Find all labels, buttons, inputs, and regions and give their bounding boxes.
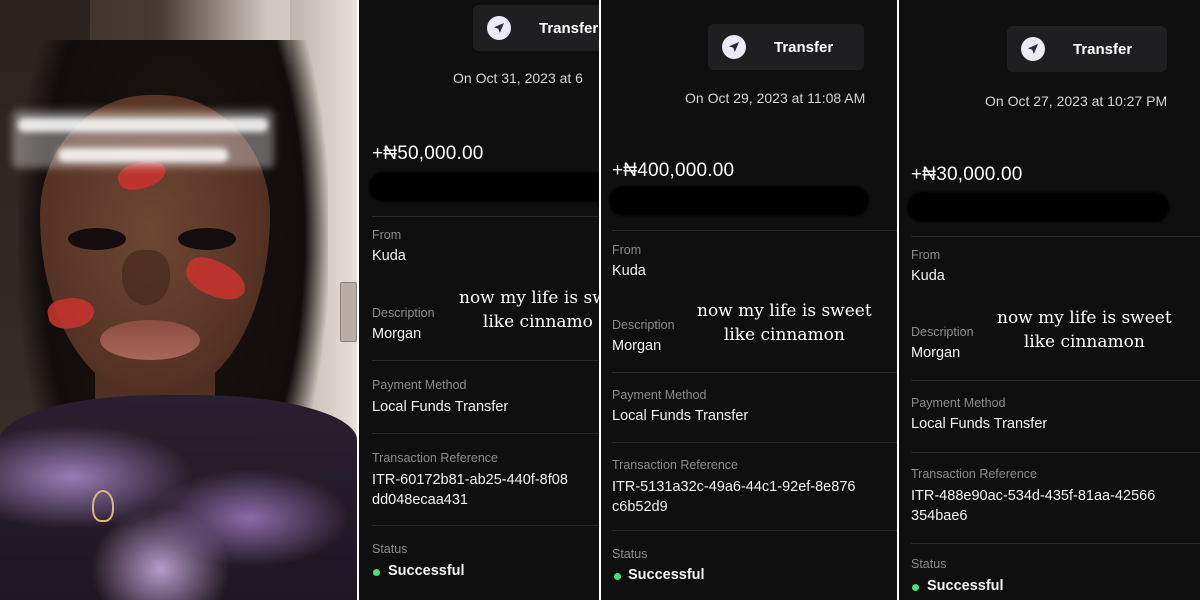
transfer-receipt-panel: Transfer On Oct 29, 2023 at 11:08 AM +₦4… [601,0,897,600]
from-value: Kuda [612,263,646,279]
caption-line: like cinnamon [723,325,845,345]
caption-line: now my life is sweet [997,308,1172,328]
redacted-name [907,192,1169,222]
send-arrow-icon [487,16,511,40]
redacted-name [369,172,599,202]
necklace [92,490,114,522]
from-value: Kuda [911,268,945,284]
divider [372,433,599,434]
caption-overlay: now my life is sweet like cinnamon [697,299,872,347]
description-label: Description [372,306,435,320]
status-label: Status [612,547,648,561]
transaction-reference-label: Transaction Reference [911,467,1037,481]
transfer-receipt-panel: Transfer On Oct 27, 2023 at 10:27 PM +₦3… [899,0,1200,600]
transaction-reference-line: 354bae6 [911,508,968,524]
payment-method-value: Local Funds Transfer [911,416,1048,432]
description-value: Morgan [612,338,662,354]
transaction-date: On Oct 27, 2023 at 10:27 PM [985,93,1168,109]
transaction-amount: +₦30,000.00 [911,164,1023,185]
transaction-amount: +₦50,000.00 [372,143,484,164]
divider [612,372,897,373]
status-value: Successful [388,563,465,579]
description-value: Morgan [911,345,961,361]
blurred-caption-line [58,148,228,162]
divider [612,530,897,531]
transfer-title: Transfer [539,19,599,37]
payment-method-label: Payment Method [911,396,1006,410]
caption-line: now my life is swe [459,288,599,308]
transaction-amount: +₦400,000.00 [612,160,735,181]
from-label: From [612,243,642,257]
payment-method-label: Payment Method [372,378,467,392]
status-value: Successful [927,578,1004,594]
transfer-title: Transfer [1073,40,1133,58]
from-value: Kuda [372,248,406,264]
nose [122,250,170,305]
caption-line: like cinnamon [1023,332,1145,352]
divider [372,360,599,361]
payment-method-value: Local Funds Transfer [612,408,749,424]
send-arrow-icon [722,35,746,59]
transfer-title: Transfer [774,38,834,56]
send-arrow-icon [1021,37,1045,61]
description-label: Description [612,318,675,332]
right-eye [178,228,236,250]
transaction-reference-line: c6b52d9 [612,499,668,515]
transaction-reference-line: ITR-5131a32c-49a6-44c1-92ef-8e876 [612,479,856,495]
transaction-reference-line: dd048ecaa431 [372,492,468,508]
status-label: Status [372,542,408,556]
divider [911,543,1200,544]
caption-line: like cinnamo [482,312,593,332]
status-dot [912,584,919,591]
divider [911,380,1200,381]
divider [372,216,599,217]
light-switch [340,282,357,342]
status-label: Status [911,557,947,571]
from-label: From [372,228,402,242]
payment-method-label: Payment Method [612,388,707,402]
divider [372,525,599,526]
status-dot [373,569,380,576]
transfer-header[interactable]: Transfer [708,24,864,70]
transfer-header[interactable]: Transfer [473,5,599,51]
divider [612,442,897,443]
transfer-header[interactable]: Transfer [1007,26,1167,72]
divider [612,230,897,231]
transaction-reference-label: Transaction Reference [612,458,738,472]
status-value: Successful [628,567,705,583]
left-eye [68,228,126,250]
blurred-caption-line [18,118,268,132]
caption-overlay: now my life is swe like cinnamo [459,286,599,334]
divider [911,236,1200,237]
description-value: Morgan [372,326,422,342]
caption-line: now my life is sweet [697,301,872,321]
transaction-date: On Oct 29, 2023 at 11:08 AM [685,90,866,106]
status-dot [614,573,621,580]
transaction-reference-line: ITR-488e90ac-534d-435f-81aa-42566 [911,488,1156,504]
divider [911,452,1200,453]
payment-method-value: Local Funds Transfer [372,399,509,415]
transaction-reference-label: Transaction Reference [372,451,498,465]
transaction-reference-line: ITR-60172b81-ab25-440f-8f08 [372,472,568,488]
description-label: Description [911,325,974,339]
selfie-photo [0,0,357,600]
shirt [0,395,357,600]
lips [100,320,200,360]
transaction-date: On Oct 31, 2023 at 6 [453,70,583,86]
caption-overlay: now my life is sweet like cinnamon [997,306,1172,354]
from-label: From [911,248,941,262]
transfer-receipt-panel: Transfer On Oct 31, 2023 at 6 +₦50,000.0… [359,0,599,600]
redacted-name [609,186,869,216]
